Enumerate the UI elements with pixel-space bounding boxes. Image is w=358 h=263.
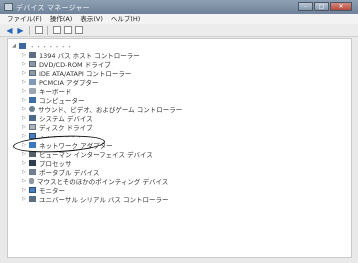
expand-icon[interactable]: ▷ [21, 160, 27, 166]
card-icon [29, 78, 36, 85]
maximize-button[interactable]: □ [314, 2, 329, 11]
system-icon [29, 114, 36, 121]
expand-icon[interactable]: ▷ [21, 115, 27, 121]
computer-icon [19, 42, 26, 49]
portable-icon [29, 168, 36, 175]
menu-file[interactable]: ファイル(F) [7, 14, 42, 24]
keyboard-icon [29, 87, 36, 94]
expand-icon[interactable]: ▷ [21, 124, 27, 130]
scan-icon [74, 26, 83, 34]
expand-icon[interactable]: ▷ [21, 97, 27, 103]
forward-arrow-icon[interactable]: ▶ [16, 26, 25, 35]
expand-icon[interactable]: ▷ [21, 61, 27, 67]
window-controls: – □ ✕ [298, 2, 352, 11]
close-button[interactable]: ✕ [330, 2, 352, 11]
menu-view[interactable]: 表示(V) [80, 14, 103, 24]
usb-icon [29, 195, 36, 202]
properties-icon [63, 26, 72, 34]
expand-icon[interactable]: ▷ [21, 79, 27, 85]
expand-icon[interactable]: ▷ [21, 178, 27, 184]
drive-icon [29, 69, 36, 76]
usb-icon [29, 51, 36, 58]
expand-icon[interactable]: ▷ [21, 52, 27, 58]
tree-item[interactable]: ▷ ユニバーサル シリアル バス コントローラー [21, 194, 169, 204]
mouse-icon [29, 177, 34, 184]
expand-icon[interactable]: ▷ [21, 133, 27, 139]
help-icon [52, 26, 61, 34]
drive-icon [29, 60, 36, 67]
menu-help[interactable]: ヘルプ(H) [111, 14, 140, 24]
scan-hardware-button[interactable] [74, 26, 83, 35]
expand-icon[interactable]: ▷ [21, 88, 27, 94]
show-hide-tree-button[interactable] [34, 26, 43, 35]
properties-button[interactable] [63, 26, 72, 35]
device-manager-icon [4, 3, 13, 11]
expand-icon[interactable]: ▷ [21, 169, 27, 175]
sound-icon [29, 105, 35, 112]
tree-icon [34, 26, 43, 34]
processor-icon [29, 159, 36, 166]
window-title: デバイス マネージャー [16, 4, 90, 12]
title-bar: デバイス マネージャー – □ ✕ [0, 0, 358, 14]
menu-action[interactable]: 操作(A) [50, 14, 73, 24]
expand-icon[interactable]: ▷ [21, 106, 27, 112]
back-arrow-icon[interactable]: ◀ [5, 26, 14, 35]
tree-item-label: ユニバーサル シリアル バス コントローラー [39, 195, 169, 204]
toolbar-separator [47, 25, 48, 35]
disk-icon [29, 123, 36, 130]
minimize-button[interactable]: – [298, 2, 313, 11]
menu-bar: ファイル(F) 操作(A) 表示(V) ヘルプ(H) [0, 14, 358, 24]
expand-icon[interactable]: ▷ [21, 196, 27, 202]
toolbar-separator [29, 25, 30, 35]
help-button[interactable] [52, 26, 61, 35]
computer-icon [29, 96, 36, 103]
expand-icon[interactable]: ▷ [21, 70, 27, 76]
monitor-icon [29, 186, 36, 193]
expand-icon[interactable]: ▷ [21, 187, 27, 193]
toolbar: ◀ ▶ [0, 24, 358, 37]
collapse-icon[interactable]: ◢ [11, 43, 17, 49]
